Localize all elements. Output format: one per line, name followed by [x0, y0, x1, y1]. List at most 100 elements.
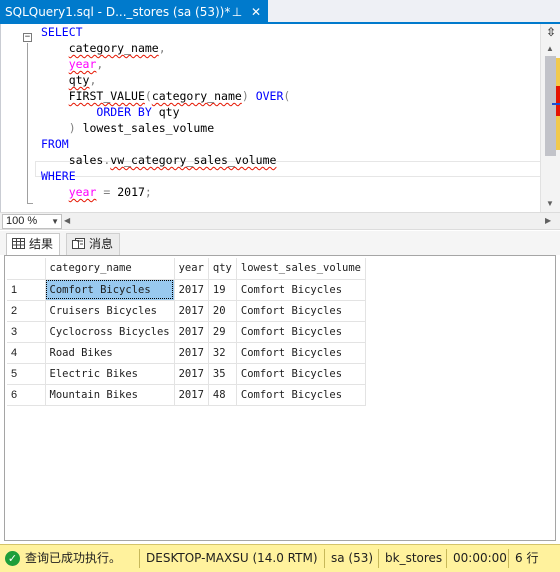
row-number[interactable]: 2: [7, 300, 46, 322]
code-token: ,: [96, 57, 104, 71]
split-icon[interactable]: ⇳: [544, 26, 558, 40]
caret-marker: [552, 103, 560, 105]
code-token: FIRST_VALUE: [68, 89, 145, 103]
grid-cell[interactable]: Mountain Bikes: [45, 384, 175, 406]
code-token: 2017: [117, 185, 145, 199]
grid-cell[interactable]: Cyclocross Bicycles: [45, 321, 175, 343]
grid-cell[interactable]: 2017: [174, 363, 209, 385]
zoom-select[interactable]: 100 % ▼: [2, 214, 62, 229]
code-line[interactable]: FROM: [41, 136, 290, 152]
grid-header-row: category_name year qty lowest_sales_volu…: [7, 258, 366, 280]
code-token: year: [68, 57, 97, 71]
grid-cell[interactable]: Road Bikes: [45, 342, 175, 364]
chevron-down-icon[interactable]: ▼: [51, 215, 59, 228]
scroll-thumb[interactable]: [545, 56, 556, 156]
outline-gutter: −: [23, 30, 33, 206]
code-token: ,: [89, 73, 97, 87]
row-number[interactable]: 6: [7, 384, 46, 406]
outline-end: [27, 203, 33, 204]
tab-messages[interactable]: 消息: [66, 233, 121, 255]
code-line[interactable]: category_name,: [41, 40, 290, 56]
row-number[interactable]: 4: [7, 342, 46, 364]
code-line[interactable]: FIRST_VALUE(category_name) OVER(: [41, 88, 291, 104]
code-token: ): [68, 121, 76, 135]
status-bar: ✓ 查询已成功执行。 DESKTOP-MAXSU (14.0 RTM) sa (…: [0, 544, 560, 572]
query-tab-title: SQLQuery1.sql - D..._stores (sa (53))*: [5, 5, 231, 19]
grid-cell[interactable]: 2017: [174, 300, 209, 322]
scroll-down-icon[interactable]: ▼: [546, 199, 554, 208]
code-line[interactable]: qty,: [41, 72, 290, 88]
code-token: year: [68, 185, 97, 199]
scroll-up-icon[interactable]: ▲: [546, 44, 554, 53]
row-number[interactable]: 5: [7, 363, 46, 385]
code-line[interactable]: SELECT: [41, 24, 290, 40]
code-line[interactable]: year = 2017;: [41, 184, 290, 200]
grid-cell[interactable]: 35: [208, 363, 237, 385]
grid-icon: [12, 238, 25, 249]
status-server: DESKTOP-MAXSU (14.0 RTM): [146, 551, 318, 565]
results-grid-pane[interactable]: category_name year qty lowest_sales_volu…: [4, 255, 556, 541]
status-divider: [139, 549, 140, 568]
code-line[interactable]: ) lowest_sales_volume: [41, 120, 290, 136]
grid-cell[interactable]: Comfort Bicycles: [236, 363, 366, 385]
grid-cell[interactable]: 48: [208, 384, 237, 406]
code-line[interactable]: sales.vw_category_sales_volume: [41, 152, 290, 168]
code-line[interactable]: year,: [41, 56, 290, 72]
table-row: 2 Cruisers Bicycles 2017 20 Comfort Bicy…: [7, 300, 366, 322]
collapse-icon[interactable]: −: [23, 33, 32, 42]
code-text[interactable]: SELECT category_name, year, qty, FIRST_V…: [41, 24, 290, 200]
status-divider: [446, 549, 447, 568]
code-token: category_name: [68, 41, 159, 55]
grid-cell[interactable]: Comfort Bicycles: [236, 300, 366, 322]
code-token: OVER: [255, 89, 284, 103]
status-user: sa (53): [331, 551, 374, 565]
column-header[interactable]: qty: [208, 258, 237, 280]
code-line[interactable]: ORDER BY qty: [41, 104, 290, 120]
column-header[interactable]: lowest_sales_volume: [236, 258, 366, 280]
grid-cell[interactable]: 20: [208, 300, 237, 322]
grid-corner[interactable]: [7, 258, 46, 280]
code-token: lowest_sales_volume: [82, 121, 215, 135]
row-number[interactable]: 1: [7, 279, 46, 301]
column-header[interactable]: category_name: [45, 258, 175, 280]
pin-icon[interactable]: ⊥: [230, 0, 244, 24]
code-line[interactable]: WHERE: [41, 168, 290, 184]
column-header[interactable]: year: [174, 258, 209, 280]
grid-cell[interactable]: 32: [208, 342, 237, 364]
tab-results-label: 结果: [29, 237, 54, 251]
code-token: FROM: [41, 137, 69, 151]
grid-cell[interactable]: Cruisers Bicycles: [45, 300, 175, 322]
grid-cell[interactable]: 29: [208, 321, 237, 343]
sql-editor[interactable]: − SELECT category_name, year, qty, FIRST…: [0, 24, 560, 212]
tab-messages-label: 消息: [89, 237, 114, 251]
code-token: vw_category_sales_volume: [110, 153, 277, 167]
row-number[interactable]: 3: [7, 321, 46, 343]
grid-cell[interactable]: Comfort Bicycles: [45, 279, 175, 301]
editor-vertical-scrollbar[interactable]: ⇳ ▲ ▼: [540, 24, 560, 212]
code-token: ORDER BY: [96, 105, 152, 119]
status-divider: [508, 549, 509, 568]
code-token: (: [283, 89, 291, 103]
status-rows: 6 行: [515, 551, 539, 565]
grid-cell[interactable]: 2017: [174, 279, 209, 301]
table-row: 3 Cyclocross Bicycles 2017 29 Comfort Bi…: [7, 321, 366, 343]
grid-cell[interactable]: 19: [208, 279, 237, 301]
close-icon[interactable]: ✕: [249, 0, 263, 24]
grid-cell[interactable]: 2017: [174, 321, 209, 343]
grid-cell[interactable]: Comfort Bicycles: [236, 384, 366, 406]
tab-results[interactable]: 结果: [6, 233, 61, 255]
grid-cell[interactable]: Electric Bikes: [45, 363, 175, 385]
code-token: SELECT: [41, 25, 83, 39]
grid-cell[interactable]: Comfort Bicycles: [236, 321, 366, 343]
scroll-left-icon[interactable]: ◀: [64, 216, 70, 225]
grid-cell[interactable]: Comfort Bicycles: [236, 342, 366, 364]
grid-cell[interactable]: 2017: [174, 342, 209, 364]
query-tab[interactable]: SQLQuery1.sql - D..._stores (sa (53))* ⊥…: [0, 0, 268, 24]
status-divider: [324, 549, 325, 568]
grid-cell[interactable]: 2017: [174, 384, 209, 406]
scroll-right-icon[interactable]: ▶: [545, 216, 551, 225]
grid-cell[interactable]: Comfort Bicycles: [236, 279, 366, 301]
